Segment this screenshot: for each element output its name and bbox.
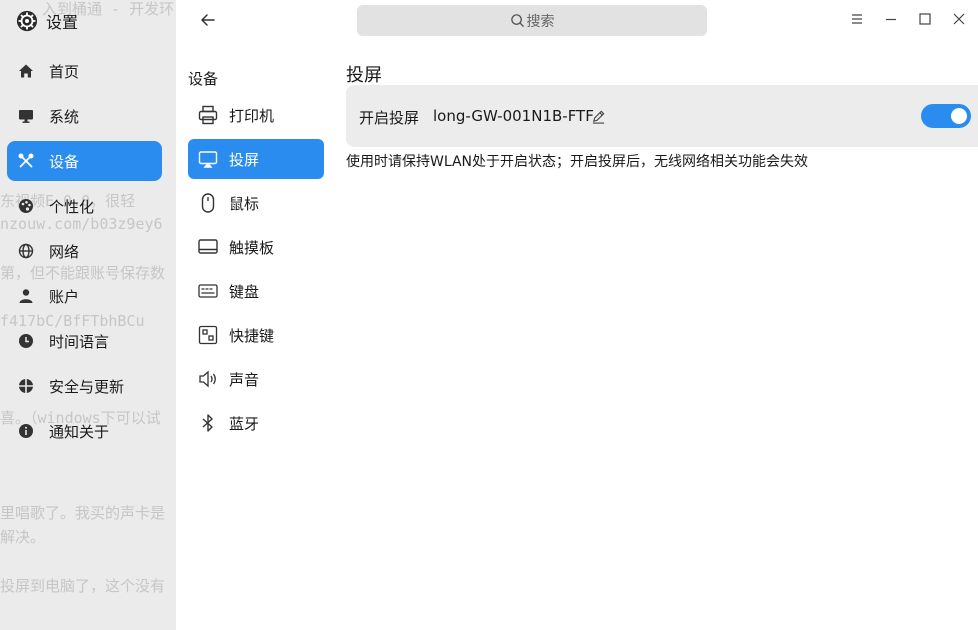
- close-button[interactable]: [951, 11, 967, 27]
- device-name: long-GW-001N1B-FTF: [433, 107, 594, 125]
- home-icon: [18, 63, 34, 79]
- projection-toggle[interactable]: [921, 104, 971, 128]
- projection-hint: 使用时请保持WLAN处于开启状态；开启投屏后，无线网络相关功能会失效: [346, 154, 809, 170]
- background-text: 投屏到电脑了，这个没有: [0, 577, 166, 595]
- device-item-keyboard[interactable]: 键盘: [188, 271, 324, 311]
- mouse-icon: [196, 191, 220, 215]
- page-title: 投屏: [346, 65, 382, 86]
- sidebar-item-label: 网络: [49, 242, 80, 261]
- device-item-label: 声音: [229, 370, 260, 389]
- maximize-button[interactable]: [917, 11, 933, 27]
- arrow-left-icon: [201, 14, 215, 26]
- sidebar-item-label: 系统: [49, 107, 80, 126]
- minimize-button[interactable]: [883, 11, 899, 27]
- keyboard-icon: [196, 279, 220, 303]
- back-button[interactable]: [197, 9, 219, 31]
- projection-setting-card: 开启投屏 long-GW-001N1B-FTF: [346, 85, 978, 147]
- device-item-printer[interactable]: 打印机: [188, 95, 324, 135]
- globe-icon: [18, 243, 34, 259]
- search-placeholder: 搜索: [526, 13, 555, 30]
- device-item-label: 触摸板: [229, 238, 275, 257]
- background-text: 解决。: [0, 528, 46, 546]
- sidebar-item-home[interactable]: 首页: [7, 51, 162, 91]
- sidebar-item-label: 个性化: [49, 197, 95, 216]
- sidebar-item-label: 通知关于: [49, 422, 110, 441]
- sidebar-item-label: 设备: [49, 152, 80, 171]
- sidebar-item-devices[interactable]: 设备: [7, 141, 162, 181]
- main-sidebar: 入到桶通 - 开发环 东视频E.0.0，很轻 nzouw.com/b03z9ey…: [0, 0, 176, 630]
- sidebar-item-personalization[interactable]: 个性化: [7, 186, 162, 226]
- device-item-touchpad[interactable]: 触摸板: [188, 227, 324, 267]
- search-icon: [510, 14, 524, 27]
- device-item-sound[interactable]: 声音: [188, 359, 324, 399]
- sidebar-item-system[interactable]: 系统: [7, 96, 162, 136]
- user-icon: [18, 288, 34, 304]
- shortcut-icon: [196, 323, 220, 347]
- monitor-icon: [18, 108, 34, 124]
- settings-window: 入到桶通 - 开发环 东视频E.0.0，很轻 nzouw.com/b03z9ey…: [0, 0, 978, 630]
- shield-icon: [18, 378, 34, 394]
- sidebar-item-time-language[interactable]: 时间语言: [7, 321, 162, 361]
- edit-device-name-button[interactable]: [591, 109, 606, 124]
- device-item-label: 鼠标: [229, 194, 260, 213]
- maximize-icon: [919, 13, 931, 25]
- devices-list: 打印机 投屏 鼠标 触摸板 键盘 快捷键 声音 蓝牙: [188, 95, 324, 447]
- device-item-shortcuts[interactable]: 快捷键: [188, 315, 324, 355]
- sidebar-item-notification-about[interactable]: 通知关于: [7, 411, 162, 451]
- devices-section-title: 设备: [188, 70, 219, 88]
- device-item-label: 键盘: [229, 282, 260, 301]
- sidebar-item-security-update[interactable]: 安全与更新: [7, 366, 162, 406]
- app-title-text: 设置: [46, 13, 79, 32]
- pencil-icon: [592, 110, 605, 124]
- hamburger-menu-icon: [852, 14, 862, 24]
- speaker-icon: [196, 367, 220, 391]
- clock-icon: [18, 333, 34, 349]
- background-text: 里唱歌了。我买的声卡是: [0, 504, 166, 522]
- search-input[interactable]: 搜索: [357, 5, 707, 36]
- bluetooth-icon: [196, 411, 220, 435]
- sidebar-item-account[interactable]: 账户: [7, 276, 162, 316]
- minimize-icon: [886, 18, 896, 21]
- printer-icon: [196, 103, 220, 127]
- cast-screen-icon: [196, 147, 220, 171]
- sidebar-item-label: 时间语言: [49, 332, 110, 351]
- device-item-bluetooth[interactable]: 蓝牙: [188, 403, 324, 443]
- sidebar-item-label: 首页: [49, 62, 80, 81]
- palette-icon: [18, 198, 34, 214]
- device-item-label: 快捷键: [229, 326, 275, 345]
- device-item-label: 打印机: [229, 106, 275, 125]
- device-item-mouse[interactable]: 鼠标: [188, 183, 324, 223]
- device-item-projection[interactable]: 投屏: [188, 139, 324, 179]
- main-nav: 首页 系统 设备 个性化 网络 账户 时间语言 安全与更新 通知关于: [7, 51, 162, 456]
- sidebar-item-label: 安全与更新: [49, 377, 125, 396]
- close-icon: [953, 13, 965, 25]
- device-item-label: 投屏: [229, 150, 260, 169]
- menu-button[interactable]: [849, 11, 865, 27]
- device-item-label: 蓝牙: [229, 414, 260, 433]
- tools-icon: [18, 153, 34, 169]
- info-icon: [18, 423, 34, 439]
- app-title: 设置: [16, 9, 78, 33]
- enable-projection-label: 开启投屏: [359, 109, 420, 127]
- sidebar-item-label: 账户: [49, 287, 80, 306]
- settings-gear-icon: [16, 10, 38, 32]
- touchpad-icon: [196, 235, 220, 259]
- toggle-knob: [951, 108, 967, 124]
- sidebar-item-network[interactable]: 网络: [7, 231, 162, 271]
